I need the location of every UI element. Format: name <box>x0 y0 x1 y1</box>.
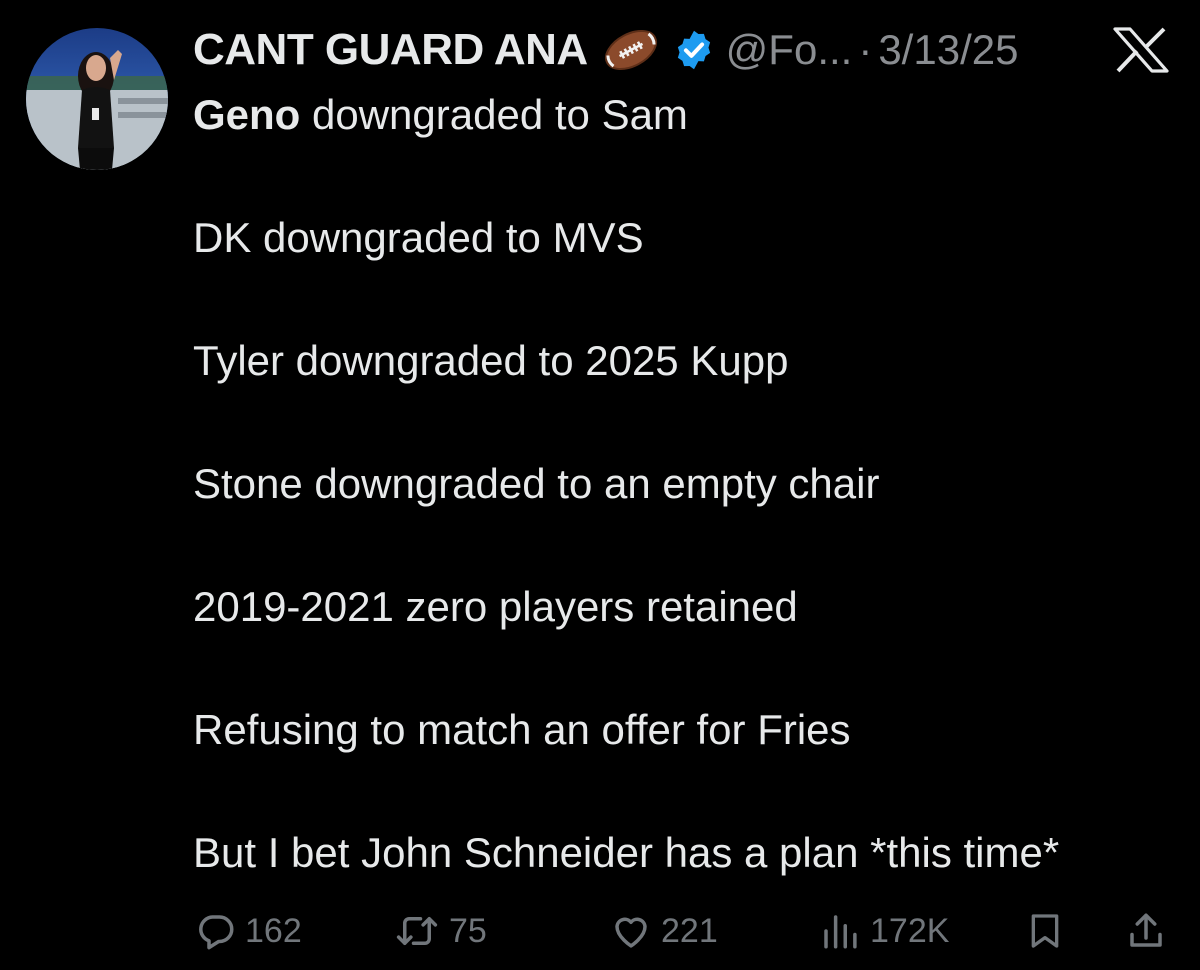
share-button[interactable] <box>1125 905 1167 957</box>
repost-count: 75 <box>449 911 487 950</box>
bookmark-icon <box>1031 914 1059 948</box>
separator-dot: · <box>858 26 873 73</box>
tweet-line: Refusing to match an offer for Fries <box>193 706 851 753</box>
bookmark-button[interactable] <box>1025 905 1065 957</box>
like-button[interactable]: 221 <box>609 905 718 957</box>
tweet-line: Stone downgraded to an empty chair <box>193 460 880 507</box>
tweet-header: CANT GUARD ANA @Fo... · 3/13/25 <box>193 22 1018 78</box>
reply-icon <box>199 915 234 950</box>
views-icon <box>824 915 857 949</box>
reply-count: 162 <box>245 911 302 950</box>
tweet-line: Geno downgraded to Sam <box>193 88 1183 142</box>
tweet-actions: 162 75 221 172K <box>193 905 1173 957</box>
tweet-line: 2019-2021 zero players retained <box>193 583 798 630</box>
tweet-text: Geno downgraded to Sam DK downgraded to … <box>193 88 1183 880</box>
views-button[interactable]: 172K <box>818 905 949 957</box>
repost-button[interactable]: 75 <box>393 905 487 957</box>
avatar[interactable] <box>26 28 168 170</box>
display-name[interactable]: CANT GUARD ANA <box>193 25 588 75</box>
tweet-name-mention: Geno <box>193 91 301 138</box>
x-logo-icon[interactable] <box>1112 26 1170 74</box>
views-count: 172K <box>870 911 950 950</box>
repost-icon <box>396 917 438 945</box>
tweet-line-text: downgraded to Sam <box>300 91 688 138</box>
share-icon <box>1130 913 1162 947</box>
tweet-date[interactable]: 3/13/25 <box>878 26 1018 74</box>
football-icon <box>600 27 662 73</box>
handle[interactable]: @Fo... <box>726 26 853 74</box>
reply-button[interactable]: 162 <box>195 905 302 957</box>
tweet-line: DK downgraded to MVS <box>193 214 644 261</box>
verified-icon[interactable] <box>672 28 716 72</box>
avatar-image <box>26 28 168 170</box>
tweet-line: But I bet John Schneider has a plan *thi… <box>193 829 1060 876</box>
tweet-line: Tyler downgraded to 2025 Kupp <box>193 337 789 384</box>
like-count: 221 <box>661 911 718 950</box>
heart-icon <box>615 917 647 948</box>
